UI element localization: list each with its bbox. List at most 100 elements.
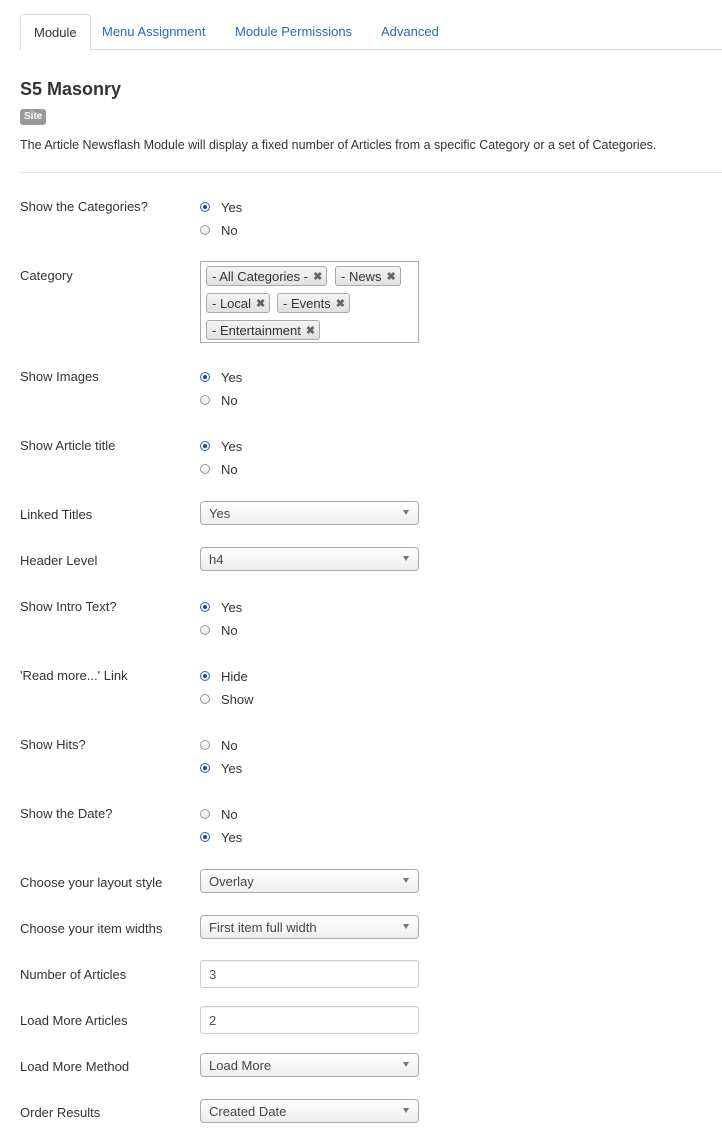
select-value: h4 <box>209 552 224 567</box>
radio-label: Yes <box>221 369 243 385</box>
show-categories-label: Show the Categories? <box>20 199 148 214</box>
layout-style-select[interactable]: Overlay <box>200 869 419 893</box>
select-value: Yes <box>209 506 231 521</box>
tab-bar: Module Menu Assignment Module Permission… <box>0 0 722 51</box>
load-more-articles-label: Load More Articles <box>20 1013 128 1028</box>
show-images-yes-option[interactable]: Yes <box>200 368 242 386</box>
site-badge: Site <box>20 109 47 125</box>
show-categories-no-option[interactable]: No <box>200 221 238 239</box>
show-hits-yes-option[interactable]: Yes <box>200 759 242 777</box>
radio-unchecked-icon[interactable] <box>200 740 210 750</box>
show-intro-text-label: Show Intro Text? <box>20 599 117 614</box>
read-more-label: 'Read more...' Link <box>20 668 128 683</box>
remove-chip-icon[interactable]: ✖ <box>336 297 345 310</box>
radio-checked-icon[interactable] <box>200 832 210 842</box>
radio-label: No <box>221 806 238 822</box>
radio-unchecked-icon[interactable] <box>200 225 210 235</box>
show-categories-yes-option[interactable]: Yes <box>200 198 242 216</box>
radio-checked-icon[interactable] <box>200 763 210 773</box>
divider <box>20 172 722 173</box>
module-description: The Article Newsflash Module will displa… <box>20 138 657 152</box>
show-article-title-yes-option[interactable]: Yes <box>200 437 242 455</box>
number-of-articles-input[interactable]: 3 <box>200 960 419 988</box>
radio-label: No <box>221 622 238 638</box>
linked-titles-select[interactable]: Yes <box>200 501 419 525</box>
dropdown-arrow-icon <box>403 1062 409 1067</box>
chip-label: - Events <box>283 295 331 311</box>
item-widths-select[interactable]: First item full width <box>200 915 419 939</box>
radio-label: No <box>221 461 238 477</box>
tab-menu-assignment[interactable]: Menu Assignment <box>89 14 218 50</box>
read-more-show-option[interactable]: Show <box>200 690 254 708</box>
radio-label: Show <box>221 691 254 707</box>
select-value: First item full width <box>209 920 317 935</box>
radio-label: Yes <box>221 199 243 215</box>
dropdown-arrow-icon <box>403 924 409 929</box>
radio-checked-icon[interactable] <box>200 602 210 612</box>
show-hits-label: Show Hits? <box>20 737 86 752</box>
show-intro-text-yes-option[interactable]: Yes <box>200 598 242 616</box>
chip-label: - Entertainment <box>212 322 301 338</box>
radio-unchecked-icon[interactable] <box>200 809 210 819</box>
radio-label: Yes <box>221 829 243 845</box>
radio-label: Yes <box>221 438 243 454</box>
remove-chip-icon[interactable]: ✖ <box>313 270 322 283</box>
load-more-method-label: Load More Method <box>20 1059 130 1074</box>
layout-style-label: Choose your layout style <box>20 875 163 890</box>
tab-module-permissions[interactable]: Module Permissions <box>222 14 365 50</box>
show-date-yes-option[interactable]: Yes <box>200 828 242 846</box>
chip-label: - News <box>341 268 382 284</box>
order-results-select[interactable]: Created Date <box>200 1099 419 1123</box>
chip-label: - All Categories - <box>212 268 309 284</box>
radio-label: Yes <box>221 760 243 776</box>
show-images-label: Show Images <box>20 369 99 384</box>
tab-advanced[interactable]: Advanced <box>368 14 452 50</box>
radio-label: Hide <box>221 668 248 684</box>
radio-unchecked-icon[interactable] <box>200 395 210 405</box>
show-date-no-option[interactable]: No <box>200 805 238 823</box>
header-level-label: Header Level <box>20 553 98 568</box>
radio-label: No <box>221 222 238 238</box>
radio-label: No <box>221 392 238 408</box>
show-hits-no-option[interactable]: No <box>200 736 238 754</box>
input-value: 3 <box>209 967 217 982</box>
radio-checked-icon[interactable] <box>200 202 210 212</box>
linked-titles-label: Linked Titles <box>20 507 93 522</box>
tab-module[interactable]: Module <box>20 14 91 51</box>
dropdown-arrow-icon <box>403 556 409 561</box>
radio-checked-icon[interactable] <box>200 671 210 681</box>
chip-label: - Local <box>212 295 252 311</box>
category-label: Category <box>20 268 73 283</box>
load-more-method-select[interactable]: Load More <box>200 1053 419 1077</box>
load-more-articles-input[interactable]: 2 <box>200 1006 419 1034</box>
show-images-no-option[interactable]: No <box>200 391 238 409</box>
order-results-label: Order Results <box>20 1105 101 1120</box>
radio-unchecked-icon[interactable] <box>200 625 210 635</box>
radio-unchecked-icon[interactable] <box>200 694 210 704</box>
radio-checked-icon[interactable] <box>200 372 210 382</box>
page-title: S5 Masonry <box>20 79 122 99</box>
input-value: 2 <box>209 1013 217 1028</box>
category-chip: - News ✖ <box>335 266 401 286</box>
category-multiselect[interactable]: - All Categories - ✖ - News ✖ - Local ✖ … <box>200 261 419 343</box>
radio-label: No <box>221 737 238 753</box>
read-more-hide-option[interactable]: Hide <box>200 667 248 685</box>
remove-chip-icon[interactable]: ✖ <box>306 324 315 337</box>
remove-chip-icon[interactable]: ✖ <box>386 270 395 283</box>
show-article-title-label: Show Article title <box>20 438 116 453</box>
radio-checked-icon[interactable] <box>200 441 210 451</box>
category-chip: - All Categories - ✖ <box>206 266 328 286</box>
radio-label: Yes <box>221 599 243 615</box>
radio-unchecked-icon[interactable] <box>200 464 210 474</box>
show-date-label: Show the Date? <box>20 806 113 821</box>
show-article-title-no-option[interactable]: No <box>200 460 238 478</box>
item-widths-label: Choose your item widths <box>20 921 163 936</box>
show-intro-text-no-option[interactable]: No <box>200 621 238 639</box>
category-chip: - Local ✖ <box>206 293 271 313</box>
remove-chip-icon[interactable]: ✖ <box>256 297 265 310</box>
number-of-articles-label: Number of Articles <box>20 967 127 982</box>
select-value: Load More <box>209 1058 272 1073</box>
header-level-select[interactable]: h4 <box>200 547 419 571</box>
dropdown-arrow-icon <box>403 878 409 883</box>
category-chip: - Events ✖ <box>277 293 350 313</box>
